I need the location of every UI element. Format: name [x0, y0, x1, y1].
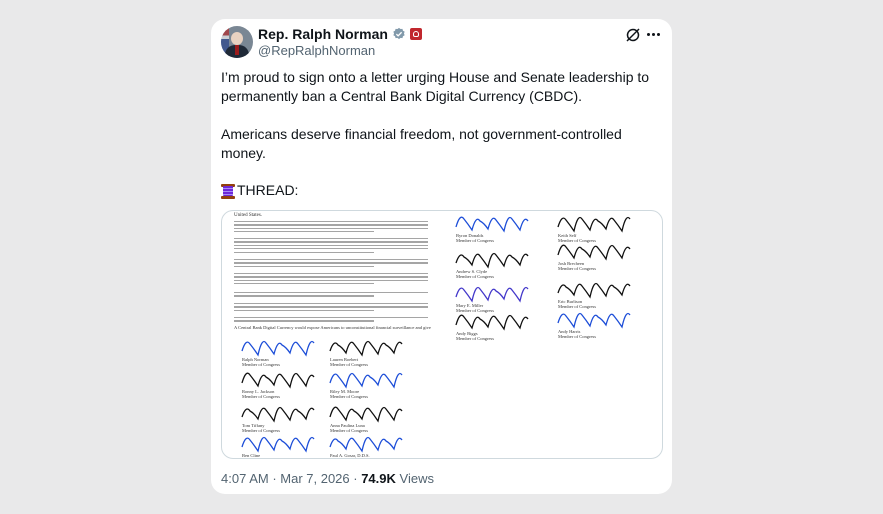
- letter-text-line: [234, 224, 428, 226]
- letter-text-line: [234, 273, 428, 275]
- more-options-icon[interactable]: [647, 33, 660, 36]
- letter-text-line: [234, 303, 428, 305]
- tweet-date[interactable]: Mar 7, 2026: [280, 471, 349, 486]
- signature-scribble: [455, 286, 529, 303]
- signatory-role: Member of Congress: [456, 238, 494, 243]
- meta-separator: ·: [268, 471, 281, 486]
- author-row: Rep. Ralph Norman: [258, 26, 422, 42]
- signature-scribble: [329, 372, 403, 389]
- signature-scribble: [557, 282, 631, 299]
- thread-spool-icon: [221, 183, 235, 199]
- letter-text-line: [234, 238, 428, 240]
- signature-scribble: [329, 406, 403, 423]
- signatory-role: Member of Congress: [330, 458, 368, 459]
- author-name[interactable]: Rep. Ralph Norman: [258, 26, 388, 42]
- signatory-role: Member of Congress: [558, 304, 596, 309]
- letter-text-line: [234, 251, 374, 253]
- signatory-role: Member of Congress: [242, 428, 280, 433]
- signature-scribble: [455, 216, 529, 233]
- verified-badge-icon: [393, 27, 405, 40]
- signature-scribble: [241, 372, 315, 389]
- letter-text-line: [234, 317, 428, 319]
- letter-image[interactable]: United States. A Central Bank Digital Cu…: [221, 210, 663, 459]
- avatar[interactable]: [221, 26, 253, 58]
- signatory-role: Member of Congress: [456, 274, 494, 279]
- letter-intro: United States.: [234, 213, 263, 218]
- letter-text-line: [234, 262, 428, 264]
- signature-scribble: [241, 340, 315, 357]
- letter-text-line: [234, 221, 428, 223]
- letter-text-line: [234, 283, 374, 285]
- author-handle[interactable]: @RepRalphNorman: [258, 43, 375, 58]
- government-badge-icon: [409, 28, 422, 40]
- views-label: Views: [395, 471, 434, 486]
- signatory-role: Member of Congress: [330, 394, 368, 399]
- letter-text-line: [234, 295, 374, 297]
- letter-text-line: [234, 320, 374, 322]
- letter-text-line: [234, 279, 428, 281]
- signatory-role: Member of Congress: [242, 394, 280, 399]
- grok-icon[interactable]: [625, 27, 641, 43]
- thread-label: THREAD:: [237, 182, 299, 198]
- letter-text-line: [234, 241, 428, 243]
- signature-scribble: [557, 216, 631, 233]
- letter-text-line: [234, 244, 428, 246]
- signature-scribble: [329, 436, 403, 453]
- signature-scribble: [455, 314, 529, 331]
- signatory-role: Member of Congress: [242, 362, 280, 367]
- signature-scribble: [557, 244, 631, 261]
- letter-text-line: [234, 248, 428, 250]
- meta-separator-2: ·: [349, 471, 362, 486]
- letter-text-line: [234, 292, 428, 294]
- signatory-role: Member of Congress: [558, 334, 596, 339]
- signatory-role: Member of Congress: [242, 458, 280, 459]
- tweet-meta: 4:07 AM · Mar 7, 2026 · 74.9K Views: [221, 471, 434, 486]
- tweet-card: Rep. Ralph Norman @RepRalphNorman I’m pr…: [211, 19, 672, 494]
- signature-scribble: [329, 340, 403, 357]
- tweet-thread-line: THREAD:: [221, 181, 298, 200]
- signatory-role: Member of Congress: [330, 428, 368, 433]
- signature-scribble: [455, 252, 529, 269]
- letter-closing-line: A Central Bank Digital Currency would ex…: [234, 325, 431, 330]
- signatory-role: Member of Congress: [330, 362, 368, 367]
- letter-text-line: [234, 227, 428, 229]
- signature-scribble: [241, 436, 315, 453]
- signature-scribble: [557, 312, 631, 329]
- letter-text-line: [234, 259, 428, 261]
- tweet-text-paragraph-2: Americans deserve financial freedom, not…: [221, 126, 622, 161]
- tweet-text-paragraph-1: I’m proud to sign onto a letter urging H…: [221, 69, 650, 104]
- letter-text-line: [234, 309, 374, 311]
- letter-text-line: [234, 231, 374, 233]
- tweet-time[interactable]: 4:07 AM: [221, 471, 269, 486]
- views-count: 74.9K: [361, 471, 396, 486]
- signatory-role: Member of Congress: [456, 336, 494, 341]
- letter-text-line: [234, 276, 428, 278]
- letter-text-line: [234, 306, 428, 308]
- signature-scribble: [241, 406, 315, 423]
- signatory-role: Member of Congress: [558, 266, 596, 271]
- letter-text-line: [234, 265, 374, 267]
